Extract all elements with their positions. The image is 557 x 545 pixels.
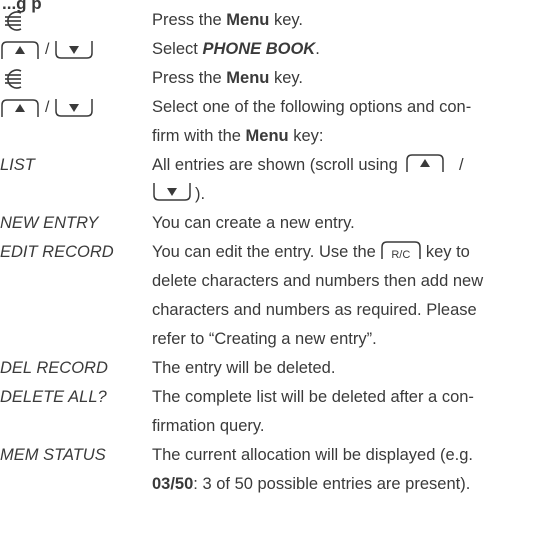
- text-line: ).: [152, 180, 554, 209]
- text-line: firm with the Menu key:: [152, 122, 554, 151]
- key-separator: /: [458, 156, 464, 174]
- text-line: The current allocation will be displayed…: [152, 446, 474, 464]
- menu-key-icon: [0, 10, 24, 31]
- menu-keyword: Menu: [226, 11, 270, 29]
- option-label: DEL RECORD: [0, 359, 108, 377]
- text: ).: [195, 185, 206, 203]
- text: .: [315, 40, 320, 58]
- key-cell: [0, 64, 150, 93]
- step-text: Select PHONE BOOK.: [152, 35, 554, 64]
- text: You can edit the entry. Use the: [152, 243, 376, 261]
- text-line: delete characters and numbers then add n…: [152, 272, 484, 290]
- option-description: You can edit the entry. Use the R/C key …: [152, 238, 554, 354]
- step-text: Select one of the following options and …: [152, 93, 554, 151]
- text: Select: [152, 40, 203, 58]
- menu-keyword: Menu: [226, 69, 270, 87]
- text: Press the: [152, 69, 227, 87]
- text: firm with the: [152, 127, 246, 145]
- text-line: 03/50: 3 of 50 possible entries are pres…: [152, 470, 554, 499]
- key-cell: /: [0, 93, 150, 128]
- option-description: The current allocation will be displayed…: [152, 441, 554, 499]
- menu-key-icon: [0, 68, 24, 89]
- text-line: All entries are shown (scroll using /: [152, 151, 554, 180]
- option-label: EDIT RECORD: [0, 243, 114, 261]
- key-separator: /: [45, 41, 50, 58]
- step-text: Press the Menu key.: [152, 6, 554, 35]
- text-line: refer to “Creating a new entry”.: [152, 330, 377, 348]
- text-line: firmation query.: [152, 417, 265, 435]
- step-text: Press the Menu key.: [152, 64, 554, 93]
- text-line: The complete list will be deleted after …: [152, 388, 474, 406]
- option-description: All entries are shown (scroll using / ).: [152, 151, 554, 209]
- down-arrow-key-icon: [54, 40, 94, 60]
- key-separator: /: [45, 99, 50, 116]
- up-arrow-key-icon: [405, 153, 445, 173]
- option-label: NEW ENTRY: [0, 214, 99, 232]
- text: : 3 of 50 possible entries are present).: [193, 475, 471, 493]
- manual-page: ...g p Press the Menu key. / Select PHON…: [0, 0, 557, 545]
- text: key.: [269, 69, 304, 87]
- text: key to: [425, 243, 470, 261]
- option-description: You can create a new entry.: [152, 214, 355, 232]
- up-arrow-key-icon: [0, 40, 40, 60]
- option-label: MEM STATUS: [0, 446, 106, 464]
- down-arrow-key-icon: [54, 98, 94, 118]
- option-label: LIST: [0, 156, 35, 174]
- text: key.: [269, 11, 304, 29]
- phone-book-keyword: PHONE BOOK: [202, 40, 316, 58]
- key-cell: [0, 6, 150, 35]
- option-description: The complete list will be deleted after …: [152, 383, 554, 441]
- down-arrow-key-icon: [152, 182, 192, 202]
- text-line: characters and numbers as required. Plea…: [152, 301, 477, 319]
- rc-key-icon: R/C: [380, 240, 422, 261]
- text-line: Select one of the following options and …: [152, 98, 472, 116]
- text: key:: [288, 127, 324, 145]
- menu-keyword: Menu: [245, 127, 289, 145]
- text: All entries are shown (scroll using: [152, 156, 398, 174]
- text: Press the: [152, 11, 227, 29]
- memory-count: 03/50: [152, 475, 194, 493]
- rc-key-label: R/C: [391, 249, 411, 261]
- text-line: You can edit the entry. Use the R/C key …: [152, 238, 554, 267]
- option-label: DELETE ALL?: [0, 388, 107, 406]
- option-description: The entry will be deleted.: [152, 359, 336, 377]
- up-arrow-key-icon: [0, 98, 40, 118]
